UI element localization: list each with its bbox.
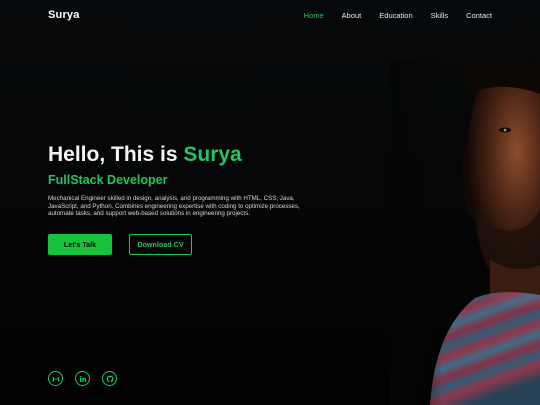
hero-actions: Let's Talk Download CV	[48, 233, 318, 255]
nav-contact[interactable]: Contact	[466, 11, 492, 20]
main-nav: Home About Education Skills Contact	[304, 11, 492, 20]
gmail-icon	[52, 376, 59, 381]
nav-home[interactable]: Home	[304, 11, 324, 20]
linkedin-link[interactable]	[75, 371, 90, 386]
profile-photo	[390, 60, 540, 405]
portfolio-page: Surya Home About Education Skills Contac…	[0, 0, 540, 405]
navbar: Surya Home About Education Skills Contac…	[0, 0, 540, 30]
nav-skills[interactable]: Skills	[431, 11, 449, 20]
lets-talk-button[interactable]: Let's Talk	[48, 233, 112, 255]
nav-education[interactable]: Education	[379, 11, 412, 20]
nav-about[interactable]: About	[342, 11, 362, 20]
gmail-link[interactable]	[48, 371, 63, 386]
hero-description: Mechanical Engineer skilled in design, a…	[48, 195, 300, 218]
linkedin-icon	[79, 375, 86, 382]
hero-heading: Hello, This is Surya	[48, 142, 318, 168]
hero-role: FullStack Developer	[48, 173, 168, 187]
site-logo[interactable]: Surya	[48, 9, 80, 21]
github-link[interactable]	[102, 371, 117, 386]
hero-greeting: Hello, This is	[48, 143, 178, 166]
hero-section: Hello, This is Surya FullStack Developer…	[48, 142, 318, 255]
hero-name: Surya	[183, 143, 242, 166]
social-links	[48, 371, 117, 386]
download-cv-button[interactable]: Download CV	[129, 233, 192, 255]
github-icon	[106, 375, 113, 382]
